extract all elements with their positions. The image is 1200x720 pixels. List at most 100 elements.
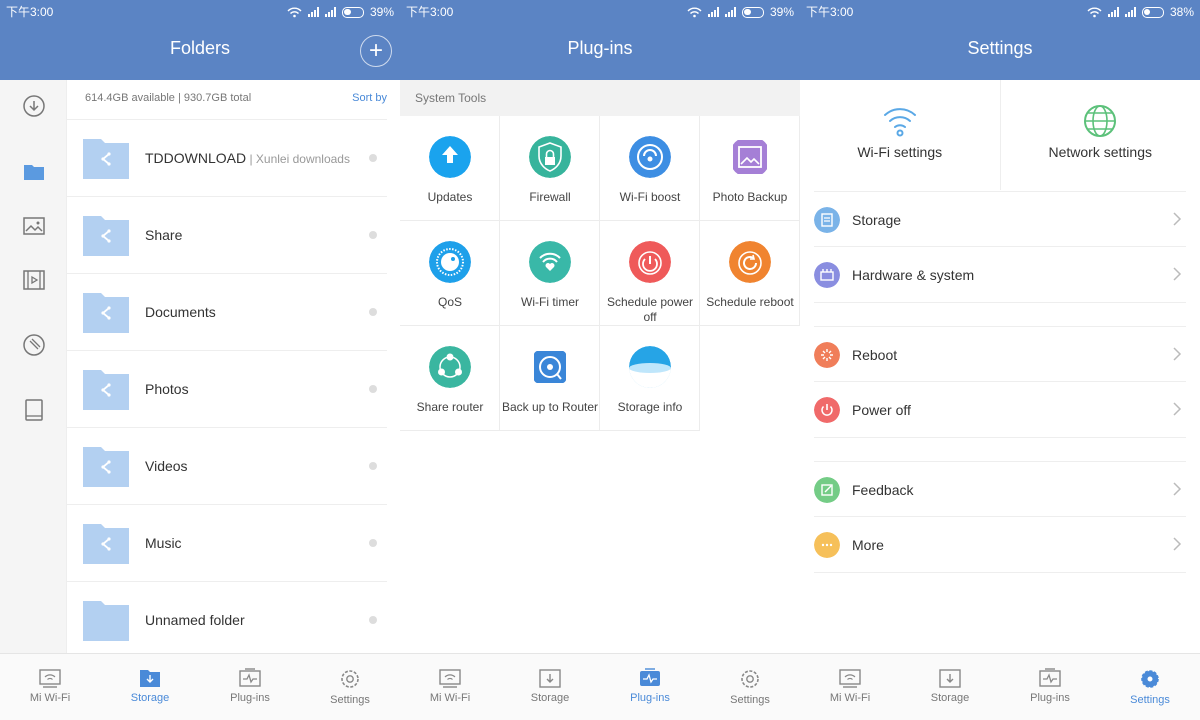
tab-storage[interactable]: Storage [900, 654, 1000, 720]
status-time: 下午3:00 [406, 5, 454, 19]
speed-gauge-icon [629, 136, 671, 178]
shared-folder-icon [83, 447, 129, 487]
status-bar: 下午3:00 38% [800, 0, 1200, 24]
plugin-tile[interactable]: QoS [400, 221, 500, 326]
settings-row[interactable]: Hardware & system [814, 247, 1186, 303]
settings-row[interactable]: Reboot [814, 326, 1186, 382]
tab-plug-ins[interactable]: Plug-ins [600, 654, 700, 720]
plugin-tile[interactable]: Photo Backup [700, 116, 800, 221]
plugin-tile[interactable]: Schedule reboot [700, 221, 800, 326]
settings-row[interactable]: Feedback [814, 461, 1186, 517]
tab-label: Mi Wi-Fi [829, 692, 871, 704]
plugin-label: QoS [437, 295, 462, 309]
tab-settings[interactable]: Settings [300, 654, 400, 720]
battery-percent: 39% [769, 5, 794, 19]
tablet-icon[interactable] [22, 398, 46, 422]
gear-icon [341, 670, 359, 688]
wifi-settings-label: Wi-Fi settings [857, 144, 943, 160]
app-header: 下午3:00 39% Plug-ins [400, 0, 800, 80]
plugin-label: Schedule power off [606, 295, 694, 324]
plugin-tile[interactable]: Schedule power off [600, 221, 700, 326]
bowl-icon [629, 346, 671, 388]
add-folder-button[interactable]: + [360, 35, 392, 67]
folder-row[interactable]: Share [67, 196, 387, 273]
bottom-tab-bar: Mi Wi-Fi Storage Plug-ins Settings [800, 653, 1200, 720]
tab-settings[interactable]: Settings [1100, 654, 1200, 720]
tab-storage[interactable]: Storage [500, 654, 600, 720]
storage-icon [814, 207, 840, 233]
select-dot[interactable] [369, 385, 377, 393]
plugin-tile[interactable]: Storage info [600, 326, 700, 431]
tab-label: Settings [1130, 694, 1170, 706]
folder-title: Videos [145, 458, 188, 474]
wifi-settings-button[interactable]: Wi-Fi settings [800, 80, 1000, 190]
folder-row[interactable]: Videos [67, 427, 387, 504]
plugin-label: Back up to Router [501, 400, 599, 414]
tab-label: Storage [530, 692, 570, 704]
bottom-tab-bar: Mi Wi-Fi Storage Plug-ins Settings [400, 653, 800, 720]
wifi-signal-icon [1087, 7, 1102, 17]
select-dot[interactable] [369, 154, 377, 162]
cell-signal-icon [307, 7, 319, 17]
wifi-signal-icon [287, 7, 302, 17]
plugin-tile[interactable]: Share router [400, 326, 500, 431]
disk-backup-icon [534, 351, 566, 383]
tab-mi-wi-fi[interactable]: Mi Wi-Fi [800, 654, 900, 720]
folder-row[interactable]: Photos [67, 350, 387, 427]
qos-dial-icon [429, 241, 471, 283]
plugin-tile[interactable]: Wi-Fi timer [500, 221, 600, 326]
reboot-icon [814, 342, 840, 368]
network-settings-button[interactable]: Network settings [999, 80, 1200, 190]
plugin-label: Photo Backup [712, 190, 788, 204]
shared-folder-icon [83, 293, 129, 333]
status-icons: 38% [1087, 0, 1194, 24]
chevron-right-icon [1173, 402, 1182, 416]
settings-row-label: Hardware & system [852, 267, 975, 283]
settings-row-label: More [852, 537, 884, 553]
tab-plug-ins[interactable]: Plug-ins [200, 654, 300, 720]
select-dot[interactable] [369, 231, 377, 239]
settings-row[interactable]: Power off [814, 382, 1186, 438]
plugin-tile[interactable]: Wi-Fi boost [600, 116, 700, 221]
folder-icon[interactable] [22, 160, 46, 184]
image-icon[interactable] [22, 214, 46, 238]
select-dot[interactable] [369, 308, 377, 316]
folder-name: Unnamed folder [145, 612, 245, 628]
tab-mi-wi-fi[interactable]: Mi Wi-Fi [400, 654, 500, 720]
folder-title: Documents [145, 304, 216, 320]
shared-folder-icon [83, 370, 129, 410]
select-dot[interactable] [369, 462, 377, 470]
folder-name: Share [145, 227, 182, 243]
folder-row[interactable]: TDDOWNLOAD | Xunlei downloads [67, 119, 387, 196]
folder-row[interactable]: Documents [67, 273, 387, 350]
plugin-label: Schedule reboot [706, 295, 794, 309]
tab-plug-ins[interactable]: Plug-ins [1000, 654, 1100, 720]
app-header: 下午3:00 39% Folders + [0, 0, 400, 80]
settings-row[interactable]: More [814, 517, 1186, 573]
download-icon[interactable] [22, 94, 46, 118]
plugin-tile[interactable]: Updates [400, 116, 500, 221]
status-bar: 下午3:00 39% [0, 0, 400, 24]
plugin-tile[interactable]: Firewall [500, 116, 600, 221]
plugin-tile[interactable]: Back up to Router [500, 326, 600, 431]
settings-row[interactable]: Storage [814, 191, 1186, 247]
disc-icon[interactable] [22, 333, 46, 357]
wifi-signal-icon [687, 7, 702, 17]
cell-signal-icon [724, 7, 736, 17]
cell-signal-icon [1124, 7, 1136, 17]
tab-storage[interactable]: Storage [100, 654, 200, 720]
tab-settings[interactable]: Settings [700, 654, 800, 720]
plugins-icon [239, 668, 261, 687]
select-dot[interactable] [369, 539, 377, 547]
battery-icon [341, 6, 364, 18]
power-icon [814, 397, 840, 423]
folder-row[interactable]: Music [67, 504, 387, 581]
video-icon[interactable] [22, 268, 46, 292]
folder-row[interactable]: Unnamed folder [67, 581, 387, 658]
plugin-label: Share router [416, 400, 484, 414]
more-icon [814, 532, 840, 558]
router-icon [439, 669, 461, 688]
select-dot[interactable] [369, 616, 377, 624]
tab-mi-wi-fi[interactable]: Mi Wi-Fi [0, 654, 100, 720]
sort-button[interactable]: Sort by [352, 92, 387, 104]
